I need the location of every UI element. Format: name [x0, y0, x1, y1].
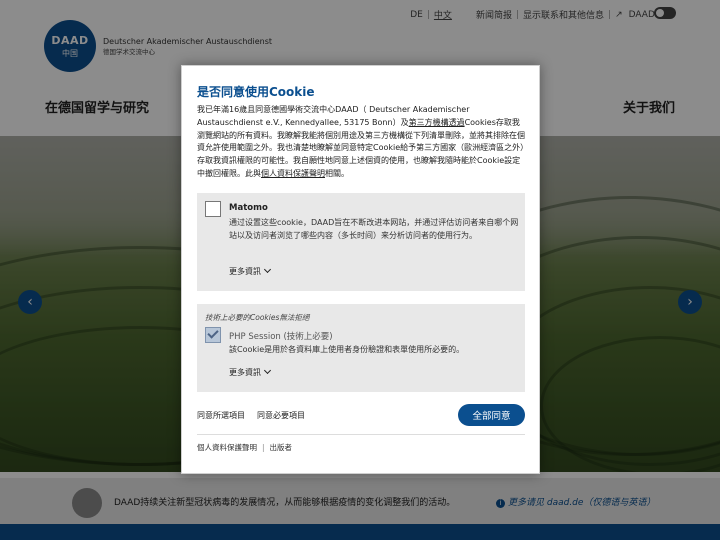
- matomo-description: 通过设置这些cookie，DAAD旨在不断改进本网站，并通过评估访问者来自哪个网…: [229, 218, 519, 240]
- agree-necessary-button[interactable]: 同意必要項目: [257, 410, 305, 421]
- dialog-intro: 我已年滿16歲且同意德國學術交流中心DAAD（ Deutscher Akadem…: [197, 105, 525, 178]
- php-session-checkbox: [205, 327, 221, 343]
- separator: |: [262, 443, 265, 452]
- matomo-label: Matomo: [229, 203, 268, 213]
- php-session-more-info-link[interactable]: 更多資訊: [229, 366, 272, 378]
- cookie-section-required: 技術上必要的Cookies無法拒絕 PHP Session (技術上必要) 該C…: [197, 304, 525, 392]
- divider: [197, 434, 525, 435]
- matomo-checkbox[interactable]: [205, 201, 221, 217]
- dialog-footer: 個人資料保護聲明 | 出版者: [197, 442, 292, 453]
- php-session-description: 該Cookie是用於各資料庫上使用者身份驗證和表單使用所必要的。: [229, 345, 465, 354]
- third-party-link[interactable]: 第三方機構透過: [409, 118, 465, 127]
- chevron-down-icon: [263, 265, 272, 274]
- chevron-down-icon: [263, 366, 272, 375]
- check-icon: [207, 327, 219, 339]
- agree-selected-button[interactable]: 同意所選項目: [197, 410, 245, 421]
- required-note: 技術上必要的Cookies無法拒絕: [205, 313, 310, 322]
- matomo-more-info-link[interactable]: 更多資訊: [229, 265, 272, 277]
- php-session-label: PHP Session (技術上必要): [229, 332, 333, 342]
- cookie-consent-dialog: 是否同意使用Cookie 我已年滿16歲且同意德國學術交流中心DAAD（ Deu…: [181, 65, 540, 474]
- imprint-link[interactable]: 出版者: [270, 443, 293, 452]
- privacy-policy-inline-link[interactable]: 個人資料保護聲明: [261, 169, 325, 178]
- privacy-policy-link[interactable]: 個人資料保護聲明: [197, 443, 257, 452]
- dialog-title: 是否同意使用Cookie: [197, 85, 315, 99]
- cookie-section-matomo: Matomo 通过设置这些cookie，DAAD旨在不断改进本网站，并通过评估访…: [197, 193, 525, 291]
- agree-all-button[interactable]: 全部同意: [458, 404, 525, 426]
